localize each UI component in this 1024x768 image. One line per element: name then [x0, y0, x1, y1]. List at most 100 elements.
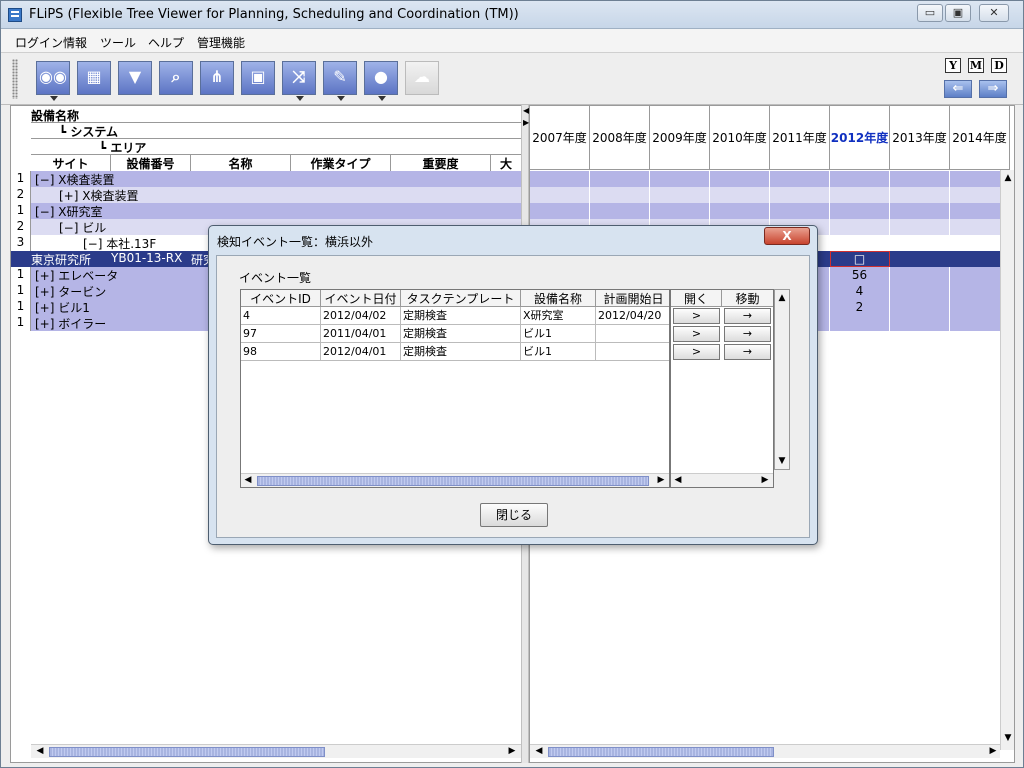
column-event-date[interactable]: イベント日付 [321, 290, 401, 307]
open-event-button[interactable]: > [673, 344, 720, 360]
grid-vertical-scrollbar[interactable]: ▲ ▼ [1000, 170, 1014, 750]
scroll-right-icon[interactable]: ▶ [654, 474, 668, 487]
scroll-thumb[interactable] [548, 747, 774, 757]
event-table-hscrollbar[interactable]: ◀ ▶ [241, 473, 669, 487]
column-event-id[interactable]: イベントID [241, 290, 321, 307]
cell-event-id[interactable]: 4 [241, 307, 321, 325]
grid-horizontal-scrollbar[interactable]: ◀ ▶ [530, 744, 1000, 758]
grid-cell[interactable] [830, 219, 890, 235]
day-view-button[interactable]: D [991, 58, 1007, 73]
grid-cell[interactable] [890, 267, 950, 283]
menu-tools[interactable]: ツール [100, 34, 136, 51]
maximize-button[interactable]: ▣ [945, 4, 971, 22]
grid-cell[interactable] [830, 171, 890, 187]
grid-cell[interactable] [770, 203, 830, 219]
scroll-up-icon[interactable]: ▲ [1001, 172, 1014, 185]
column-equipment-name[interactable]: 設備名称 [521, 290, 596, 307]
grid-cell[interactable] [710, 187, 770, 203]
cell-equipment-name[interactable]: ビル1 [521, 325, 596, 343]
filter-tool-button[interactable]: ▼ [118, 61, 152, 95]
chevron-down-icon[interactable] [337, 96, 345, 101]
year-header[interactable]: 2010年度 [710, 106, 770, 170]
year-header[interactable]: 2008年度 [590, 106, 650, 170]
tree-node-label[interactable]: [+] エレベータ [35, 267, 118, 284]
comment-tool-button[interactable]: ☁ [405, 61, 439, 95]
menu-login-info[interactable]: ログイン情報 [15, 34, 87, 51]
grid-cell[interactable] [890, 171, 950, 187]
scroll-up-icon[interactable]: ▲ [775, 292, 789, 305]
scroll-left-icon[interactable]: ◀ [532, 745, 546, 758]
close-window-button[interactable]: ✕ [979, 4, 1009, 22]
cubes-tool-button[interactable]: ▣ [241, 61, 275, 95]
column-work-type[interactable]: 作業タイプ [291, 155, 391, 171]
cell-plan-start[interactable] [596, 343, 669, 361]
blocks-tool-button[interactable]: ▦ [77, 61, 111, 95]
grid-cell[interactable] [890, 283, 950, 299]
year-header[interactable]: 2011年度 [770, 106, 830, 170]
grid-cell[interactable] [830, 203, 890, 219]
dialog-vertical-scrollbar[interactable]: ▲ ▼ [774, 289, 790, 470]
year-header[interactable]: 2014年度 [950, 106, 1010, 170]
move-to-event-button[interactable]: → [724, 326, 771, 342]
cell-plan-start[interactable] [596, 325, 669, 343]
grid-cell[interactable] [590, 187, 650, 203]
alarm-tool-button[interactable]: ● [364, 61, 398, 101]
cell-equipment-name[interactable]: ビル1 [521, 343, 596, 361]
grid-cell[interactable] [890, 251, 950, 267]
grid-cell[interactable] [890, 203, 950, 219]
grid-cell[interactable] [890, 315, 950, 331]
hierarchy-tool-button[interactable]: ⋔ [200, 61, 234, 95]
tree-node-label[interactable]: [−] 本社.13F [83, 235, 156, 252]
grid-cell[interactable]: 2 [830, 299, 890, 315]
year-view-button[interactable]: Y [945, 58, 961, 73]
dialog-close-button[interactable]: 閉じる [480, 503, 548, 527]
year-header[interactable]: 2012年度 [830, 106, 890, 170]
tree-horizontal-scrollbar[interactable]: ◀ ▶ [31, 744, 521, 758]
scroll-left-icon[interactable]: ◀ [33, 745, 47, 758]
chart-tool-button[interactable]: ⤨ [282, 61, 316, 101]
dialog-close-x-button[interactable]: X [764, 227, 810, 245]
cell-task-template[interactable]: 定期検査 [401, 307, 521, 325]
grid-cell[interactable] [530, 187, 590, 203]
cell-task-template[interactable]: 定期検査 [401, 343, 521, 361]
toolbar-grip[interactable] [12, 59, 18, 99]
month-view-button[interactable]: M [968, 58, 984, 73]
scroll-right-icon[interactable]: ▶ [505, 745, 519, 758]
binoculars-tool-button[interactable]: ◉◉ [36, 61, 70, 101]
scroll-thumb[interactable] [49, 747, 325, 757]
grid-cell[interactable] [890, 187, 950, 203]
grid-cell[interactable] [770, 171, 830, 187]
move-to-event-button[interactable]: → [724, 344, 771, 360]
grid-cell[interactable] [650, 203, 710, 219]
chevron-down-icon[interactable] [50, 96, 58, 101]
tree-node-label[interactable]: [+] ボイラー [35, 315, 106, 332]
column-importance[interactable]: 重要度 [391, 155, 491, 171]
menu-admin[interactable]: 管理機能 [197, 34, 245, 51]
grid-cell[interactable] [890, 299, 950, 315]
tree-node-label[interactable]: [−] X検査装置 [35, 171, 114, 188]
open-event-button[interactable]: > [673, 326, 720, 342]
grid-cell[interactable] [890, 235, 950, 251]
grid-cell[interactable] [530, 203, 590, 219]
grid-cell[interactable] [830, 315, 890, 331]
grid-cell[interactable] [590, 171, 650, 187]
next-period-button[interactable]: ⇒ [979, 80, 1007, 98]
grid-cell[interactable]: 56 [830, 267, 890, 283]
scroll-right-icon[interactable]: ▶ [986, 745, 1000, 758]
scroll-thumb[interactable] [257, 476, 649, 486]
prev-period-button[interactable]: ⇐ [944, 80, 972, 98]
cell-equipment-name[interactable]: X研究室 [521, 307, 596, 325]
grid-cell[interactable] [710, 171, 770, 187]
move-to-event-button[interactable]: → [724, 308, 771, 324]
column-large[interactable]: 大 [491, 155, 521, 171]
tree-node-label[interactable]: [−] X研究室 [35, 203, 102, 220]
column-site[interactable]: サイト [31, 155, 111, 171]
open-event-button[interactable]: > [673, 308, 720, 324]
scroll-right-icon[interactable]: ▶ [758, 474, 772, 487]
cell-event-date[interactable]: 2012/04/02 [321, 307, 401, 325]
cell-event-id[interactable]: 98 [241, 343, 321, 361]
cell-task-template[interactable]: 定期検査 [401, 325, 521, 343]
action-table-hscrollbar[interactable]: ◀ ▶ [671, 473, 773, 487]
chevron-down-icon[interactable] [296, 96, 304, 101]
cell-plan-start[interactable]: 2012/04/20 [596, 307, 669, 325]
